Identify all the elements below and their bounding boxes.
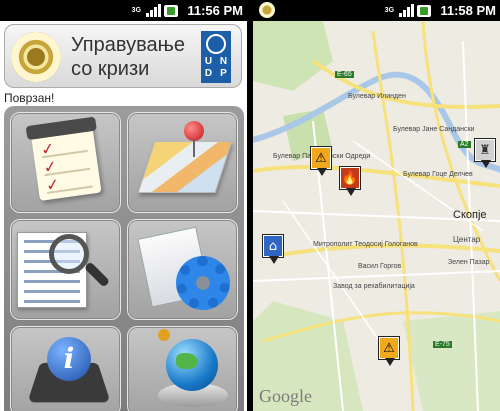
- globe-icon: [166, 339, 218, 391]
- road-shield: E-65: [335, 71, 354, 78]
- road-shield: E-75: [433, 341, 452, 348]
- info-button[interactable]: i: [10, 326, 121, 411]
- connection-status: Поврзан!: [4, 91, 55, 105]
- menu-grid: i: [4, 106, 244, 411]
- map-label: Васил Горгов: [358, 263, 402, 270]
- tower-marker[interactable]: ♜: [475, 139, 495, 168]
- undp-letter: D: [204, 68, 213, 79]
- map-icon: [137, 141, 233, 193]
- google-attribution: Google: [259, 386, 312, 406]
- map-label: Зелен Пазар: [448, 259, 490, 266]
- status-time: 11:58 PM: [440, 3, 496, 18]
- undp-letter: N: [219, 56, 228, 67]
- magnifier-icon: [49, 234, 89, 274]
- battery-icon: [417, 4, 432, 17]
- app-notification-icon: [259, 2, 275, 18]
- settings-button[interactable]: [127, 219, 238, 320]
- crest-logo-icon: [11, 32, 61, 82]
- map-screen: 3G 11:58 PM Булевар Илинден Булевар Одре…: [253, 0, 500, 411]
- network-3g-icon: 3G: [131, 7, 142, 14]
- city-map[interactable]: Булевар Илинден Булевар Партизански Одре…: [253, 21, 500, 411]
- location-pin-icon: [158, 329, 170, 341]
- map-pin-icon: [184, 121, 204, 157]
- battery-icon: [164, 4, 179, 17]
- status-bar: 3G 11:58 PM: [253, 0, 500, 21]
- crisis-app-home-screen: 3G 11:56 PM Управување со кризи U N D P …: [0, 0, 247, 411]
- search-documents-button[interactable]: [10, 219, 121, 320]
- app-title: Управување со кризи: [71, 34, 185, 80]
- app-header: Управување со кризи U N D P: [4, 24, 242, 88]
- city-label: Скопје: [453, 209, 487, 221]
- fire-marker[interactable]: 🔥: [340, 167, 360, 196]
- undp-logo: U N D P: [201, 31, 231, 83]
- network-3g-icon: 3G: [384, 7, 395, 14]
- globe-button[interactable]: [127, 326, 238, 411]
- map-button[interactable]: [127, 112, 238, 213]
- un-emblem-icon: [206, 34, 226, 54]
- map-label: Булевар Гоце Делчев: [403, 171, 473, 178]
- checklist-icon: [30, 123, 102, 201]
- status-time: 11:56 PM: [187, 3, 243, 18]
- shelter-marker[interactable]: ⌂: [263, 235, 283, 264]
- road-shield: A2: [458, 141, 471, 148]
- map-label: Булевар Илинден: [348, 93, 406, 100]
- checklist-button[interactable]: [10, 112, 121, 213]
- warning-marker[interactable]: ⚠: [379, 337, 399, 366]
- undp-letter: U: [204, 56, 213, 67]
- gear-icon: [176, 256, 230, 310]
- signal-icon: [399, 4, 415, 17]
- district-label: Центар: [453, 235, 481, 244]
- status-bar: 3G 11:56 PM: [0, 0, 247, 21]
- map-label: Митрополит Теодосиј Гологанов: [313, 241, 418, 248]
- map-label: Булевар Јане Сандански: [393, 126, 475, 133]
- undp-letter: P: [220, 68, 227, 79]
- magnifier-handle: [83, 261, 111, 288]
- map-label: Завод за рехабилитација: [333, 283, 415, 290]
- info-icon: i: [47, 337, 91, 381]
- warning-marker[interactable]: ⚠: [311, 147, 331, 176]
- signal-icon: [146, 4, 162, 17]
